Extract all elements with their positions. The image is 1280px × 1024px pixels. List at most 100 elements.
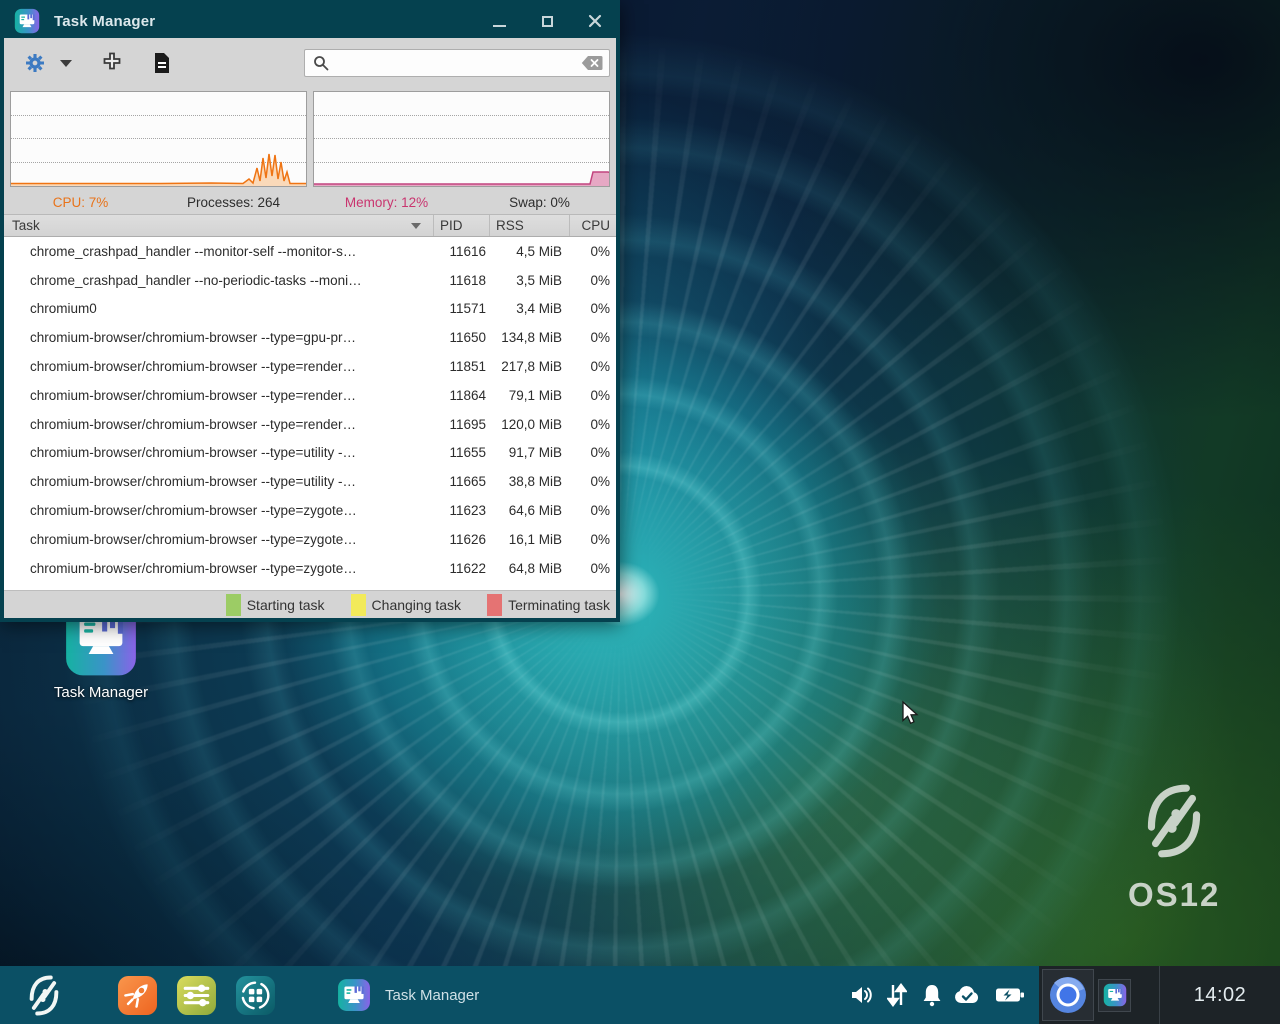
- legend-label: Changing task: [372, 597, 462, 613]
- app-grid-button[interactable]: [226, 966, 285, 1024]
- clock[interactable]: 14:02: [1160, 966, 1280, 1024]
- taskbar-window-button-task-manager[interactable]: Task Manager: [327, 966, 489, 1024]
- cell-task: chromium-browser/chromium-browser --type…: [4, 503, 434, 518]
- stats-row: CPU: 7% Processes: 264 Memory: 12% Swap:…: [4, 190, 616, 214]
- close-icon: [588, 14, 602, 28]
- cell-rss: 4,5 MiB: [490, 244, 570, 259]
- column-header-task[interactable]: Task: [4, 215, 434, 236]
- column-header-rss[interactable]: RSS: [490, 215, 570, 236]
- start-menu-button[interactable]: [0, 966, 88, 1024]
- cell-cpu: 0%: [570, 532, 616, 547]
- column-header-pid[interactable]: PID: [434, 215, 490, 236]
- legend-swatch: [351, 594, 366, 616]
- window-toolbar: [4, 38, 616, 88]
- column-header-cpu[interactable]: CPU: [570, 215, 616, 236]
- cell-rss: 64,8 MiB: [490, 561, 570, 576]
- maximize-icon: [542, 16, 553, 27]
- cell-task: chrome_crashpad_handler --monitor-self -…: [4, 244, 434, 259]
- maximize-button[interactable]: [538, 12, 556, 30]
- identify-window-button[interactable]: [94, 47, 130, 79]
- search-field[interactable]: [304, 49, 610, 77]
- stat-processes: Processes: 264: [157, 195, 310, 210]
- desktop-icon-task-manager[interactable]: Task Manager: [31, 612, 171, 701]
- table-row[interactable]: chromium-browser/chromium-browser --type…: [4, 496, 616, 525]
- notifications-button[interactable]: [914, 966, 949, 1024]
- legend-swatch: [487, 594, 502, 616]
- cell-cpu: 0%: [570, 359, 616, 374]
- tray-chromium-button[interactable]: [1042, 969, 1094, 1021]
- network-arrows-icon: [887, 983, 907, 1007]
- minimize-icon: [493, 25, 506, 27]
- clear-search-icon[interactable]: [581, 55, 603, 71]
- minimize-button[interactable]: [490, 12, 508, 30]
- cell-pid: 11665: [434, 474, 490, 489]
- details-button[interactable]: [146, 47, 178, 79]
- column-label-pid: PID: [440, 218, 463, 233]
- table-row[interactable]: chrome_crashpad_handler --no-periodic-ta…: [4, 266, 616, 295]
- cell-rss: 3,4 MiB: [490, 301, 570, 316]
- volume-button[interactable]: [844, 966, 879, 1024]
- legend-label: Terminating task: [508, 597, 610, 613]
- cell-pid: 11616: [434, 244, 490, 259]
- table-row[interactable]: chromium-browser/chromium-browser --type…: [4, 439, 616, 468]
- column-label-task: Task: [12, 218, 40, 233]
- cloud-sync-button[interactable]: [949, 966, 984, 1024]
- cell-pid: 11655: [434, 445, 490, 460]
- table-row[interactable]: chromium-browser/chromium-browser --type…: [4, 410, 616, 439]
- settings-button[interactable]: [18, 47, 52, 79]
- cell-cpu: 0%: [570, 445, 616, 460]
- cell-cpu: 0%: [570, 474, 616, 489]
- cell-pid: 11618: [434, 273, 490, 288]
- window-app-icon: [14, 8, 40, 34]
- legend-item: Starting task: [226, 594, 325, 616]
- table-row[interactable]: chromium-browser/chromium-browser --type…: [4, 467, 616, 496]
- chromium-icon: [1048, 975, 1088, 1015]
- column-label-cpu: CPU: [581, 218, 610, 233]
- os12-start-icon: [26, 973, 62, 1018]
- settings-dropdown-arrow-icon[interactable]: [60, 60, 72, 67]
- cell-pid: 11650: [434, 330, 490, 345]
- cell-rss: 217,8 MiB: [490, 359, 570, 374]
- tray-task-manager-button[interactable]: [1098, 979, 1131, 1012]
- cell-task: chrome_crashpad_handler --no-periodic-ta…: [4, 273, 434, 288]
- search-input[interactable]: [329, 56, 581, 71]
- cell-cpu: 0%: [570, 561, 616, 576]
- cell-pid: 11695: [434, 417, 490, 432]
- battery-button[interactable]: [992, 966, 1027, 1024]
- system-tray-dark-segment: 14:02: [1039, 966, 1280, 1024]
- cell-cpu: 0%: [570, 417, 616, 432]
- process-table-body: chrome_crashpad_handler --monitor-self -…: [4, 237, 616, 590]
- table-row[interactable]: chromium-browser/chromium-browser --type…: [4, 554, 616, 583]
- cell-rss: 120,0 MiB: [490, 417, 570, 432]
- cell-pid: 11623: [434, 503, 490, 518]
- sliders-icon: [176, 975, 217, 1016]
- network-traffic-button[interactable]: [879, 966, 914, 1024]
- gear-icon: [24, 52, 46, 74]
- table-row[interactable]: chrome_crashpad_handler --monitor-self -…: [4, 237, 616, 266]
- cell-task: chromium-browser/chromium-browser --type…: [4, 388, 434, 403]
- table-row[interactable]: chromium-browser/chromium-browser --type…: [4, 352, 616, 381]
- cell-rss: 16,1 MiB: [490, 532, 570, 547]
- cell-cpu: 0%: [570, 244, 616, 259]
- cell-rss: 134,8 MiB: [490, 330, 570, 345]
- stat-swap: Swap: 0%: [463, 195, 616, 210]
- table-row[interactable]: chromium-browser/chromium-browser --type…: [4, 323, 616, 352]
- window-titlebar[interactable]: Task Manager: [4, 4, 616, 38]
- table-row[interactable]: chromium0 11571 3,4 MiB 0%: [4, 295, 616, 324]
- cell-cpu: 0%: [570, 330, 616, 345]
- settings-sliders-button[interactable]: [167, 966, 226, 1024]
- sort-descending-icon: [411, 223, 421, 229]
- battery-charging-icon: [995, 986, 1025, 1004]
- taskbar: Task Manager: [0, 966, 1280, 1024]
- launcher-rocket-button[interactable]: [108, 966, 167, 1024]
- cell-task: chromium-browser/chromium-browser --type…: [4, 561, 434, 576]
- task-manager-window: Task Manager: [0, 0, 620, 622]
- table-row[interactable]: chromium-browser/chromium-browser --type…: [4, 381, 616, 410]
- cell-task: chromium-browser/chromium-browser --type…: [4, 359, 434, 374]
- cell-cpu: 0%: [570, 388, 616, 403]
- close-button[interactable]: [586, 12, 604, 30]
- cell-task: chromium-browser/chromium-browser --type…: [4, 474, 434, 489]
- column-label-rss: RSS: [496, 218, 524, 233]
- table-row[interactable]: chromium-browser/chromium-browser --type…: [4, 525, 616, 554]
- cell-task: chromium-browser/chromium-browser --type…: [4, 417, 434, 432]
